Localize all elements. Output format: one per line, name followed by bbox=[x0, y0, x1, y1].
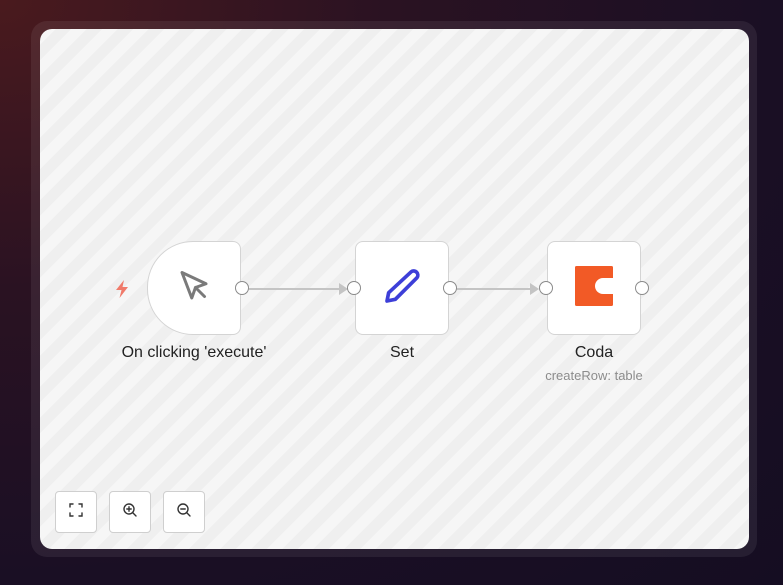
set-output-handle[interactable] bbox=[443, 281, 457, 295]
zoom-out-button[interactable] bbox=[163, 491, 205, 533]
connection-arrow-icon bbox=[530, 283, 539, 295]
node-coda[interactable] bbox=[547, 241, 641, 335]
cursor-icon bbox=[176, 268, 212, 309]
node-subtitle-coda: createRow: table bbox=[545, 368, 643, 383]
node-label-trigger: On clicking 'execute' bbox=[121, 344, 267, 361]
set-input-handle[interactable] bbox=[347, 281, 361, 295]
workflow-canvas[interactable]: On clicking 'execute' Set Coda createRow… bbox=[40, 29, 749, 549]
fit-to-view-icon bbox=[68, 502, 84, 523]
coda-output-handle[interactable] bbox=[635, 281, 649, 295]
trigger-bolt-icon bbox=[114, 279, 130, 304]
coda-logo-icon bbox=[575, 265, 613, 311]
pen-icon bbox=[382, 266, 422, 311]
connection-trigger-set[interactable] bbox=[249, 288, 341, 290]
node-label-coda: Coda bbox=[574, 344, 614, 361]
coda-input-handle[interactable] bbox=[539, 281, 553, 295]
node-on-clicking-execute[interactable] bbox=[147, 241, 241, 335]
zoom-in-icon bbox=[122, 502, 138, 523]
node-label-set: Set bbox=[389, 344, 415, 361]
zoom-out-icon bbox=[176, 502, 192, 523]
zoom-in-button[interactable] bbox=[109, 491, 151, 533]
connection-set-coda[interactable] bbox=[457, 288, 532, 290]
fit-view-button[interactable] bbox=[55, 491, 97, 533]
trigger-output-handle[interactable] bbox=[235, 281, 249, 295]
node-set[interactable] bbox=[355, 241, 449, 335]
